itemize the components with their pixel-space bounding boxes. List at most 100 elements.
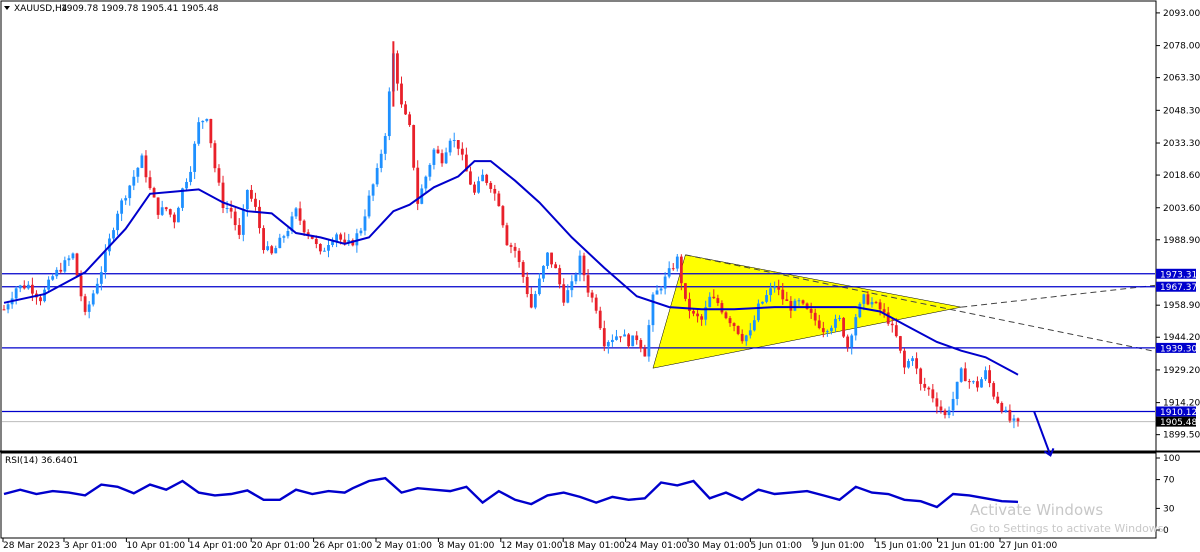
candle-body — [241, 209, 245, 235]
candle-body — [136, 167, 140, 177]
candle-body — [229, 207, 233, 212]
candle-body — [655, 290, 659, 295]
time-tick-label: 26 Apr 01:00 — [314, 541, 373, 551]
candle-body — [436, 149, 440, 154]
candle-body — [172, 214, 176, 223]
candle-body — [39, 297, 42, 302]
candle-body — [797, 300, 801, 302]
price-tick-label: 1899.50 — [1163, 431, 1200, 441]
candle-body — [501, 206, 505, 226]
candle-body — [375, 167, 379, 185]
candle-body — [104, 251, 107, 273]
candle-body — [546, 252, 549, 266]
candle-body — [898, 336, 902, 351]
candle-body — [258, 206, 261, 229]
candle-body — [396, 53, 399, 84]
candle-body — [667, 268, 671, 277]
candle-body — [18, 285, 22, 289]
candle-body — [6, 304, 10, 310]
time-tick-label: 5 Jun 01:00 — [750, 541, 802, 551]
candle-body — [959, 368, 963, 382]
candle-body — [675, 256, 679, 269]
candle-body — [943, 410, 947, 416]
candle-body — [481, 174, 485, 182]
candle-body — [927, 387, 931, 390]
candle-body — [744, 335, 748, 342]
candle-body — [631, 335, 635, 347]
price-tag-label: 1939.30 — [1160, 344, 1197, 354]
candle-body — [951, 398, 955, 411]
candle-body — [963, 368, 967, 382]
candle-body — [594, 297, 598, 311]
time-tick-label: 15 Jun 01:00 — [875, 541, 932, 551]
candle-body — [189, 171, 192, 182]
candle-body — [221, 182, 225, 209]
candle-body — [193, 143, 197, 172]
candle-body — [647, 325, 651, 357]
candle-body — [659, 288, 663, 291]
candle-body — [331, 241, 334, 246]
candle-body — [213, 143, 217, 169]
candle-body — [870, 302, 874, 305]
rsi-tick-label: 30 — [1163, 504, 1175, 514]
candle-body — [611, 339, 614, 343]
candle-body — [132, 176, 136, 186]
candle-body — [712, 296, 716, 299]
candle-body — [1000, 402, 1004, 412]
candle-body — [976, 381, 979, 388]
price-axis[interactable]: 2093.00 2078.00 2063.30 2048.30 2033.30 2018.… — [1156, 9, 1200, 441]
candle-body — [834, 318, 837, 328]
candle-body — [314, 238, 318, 245]
candle-body — [866, 294, 870, 305]
candle-body — [298, 208, 302, 221]
candle-body — [809, 308, 813, 313]
time-tick-label: 9 Jun 01:00 — [813, 541, 865, 551]
price-tick-label: 2063.30 — [1163, 74, 1200, 84]
candle-body — [696, 313, 699, 317]
candle-body — [278, 237, 282, 249]
candle-body — [769, 288, 772, 296]
candle-body — [456, 140, 460, 149]
candle-body — [237, 225, 241, 235]
candle-body — [30, 284, 34, 294]
candle-body — [635, 335, 639, 341]
candle-body — [692, 310, 695, 314]
candle-body — [748, 330, 752, 336]
candle-body — [623, 334, 626, 337]
time-tick-label: 20 Apr 01:00 — [251, 541, 310, 551]
candle-body — [570, 281, 574, 291]
candle-body — [14, 288, 18, 299]
candle-body — [79, 275, 83, 297]
candle-body — [533, 294, 537, 308]
candle-body — [590, 292, 594, 298]
candle-body — [116, 213, 119, 231]
candle-body — [209, 118, 213, 144]
candle-body — [485, 174, 489, 183]
candle-body — [606, 342, 610, 347]
candle-body — [1004, 409, 1008, 412]
rsi-label: RSI(14) 36.6401 — [5, 456, 78, 466]
candle-body — [915, 358, 918, 369]
candle-body — [112, 230, 115, 239]
candle-body — [773, 286, 777, 289]
candle-body — [51, 276, 55, 280]
candle-body — [684, 283, 687, 299]
candle-body — [980, 379, 983, 388]
candle-body — [586, 275, 590, 293]
candle-body — [728, 318, 732, 324]
candle-body — [878, 302, 882, 310]
price-tag-label: 1973.31 — [1160, 270, 1197, 280]
candle-body — [225, 207, 229, 209]
rsi-tick-label: 70 — [1163, 476, 1175, 486]
candle-body — [598, 310, 602, 329]
candle-body — [602, 328, 606, 347]
candle-body — [387, 91, 391, 137]
candle-body — [562, 284, 566, 303]
candle-body — [708, 296, 712, 308]
candle-body — [505, 225, 509, 246]
candle-body — [282, 236, 286, 238]
candle-body — [550, 252, 553, 265]
time-axis[interactable]: 28 Mar 2023 3 Apr 01:00 10 Apr 01:00 14 Apr… — [2, 538, 1057, 551]
candle-body — [911, 358, 914, 362]
candle-body — [890, 323, 894, 326]
